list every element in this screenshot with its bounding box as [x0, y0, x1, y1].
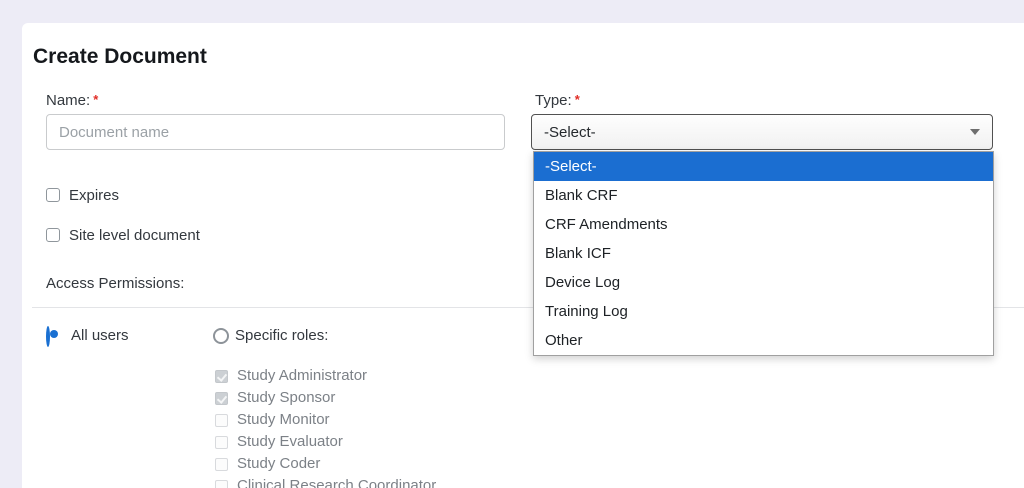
type-label: Type: * [535, 92, 580, 109]
clinical-research-coordinator-label: Clinical Research Coordinator [237, 477, 437, 488]
type-select[interactable]: -Select- [531, 114, 993, 150]
page-title: Create Document [33, 45, 207, 68]
type-dropdown-list: -Select- Blank CRF CRF Amendments Blank … [533, 151, 994, 356]
study-coder-label: Study Coder [237, 455, 321, 472]
clinical-research-coordinator-checkbox[interactable] [215, 480, 228, 488]
study-sponsor-label: Study Sponsor [237, 389, 336, 406]
dropdown-option-other[interactable]: Other [534, 326, 993, 355]
required-asterisk: * [93, 92, 99, 107]
document-name-input[interactable] [46, 114, 505, 150]
study-sponsor-checkbox[interactable] [215, 392, 228, 405]
study-evaluator-checkbox[interactable] [215, 436, 228, 449]
dropdown-option-blank-crf[interactable]: Blank CRF [534, 181, 993, 210]
site-level-document-label: Site level document [69, 227, 200, 244]
dropdown-option-device-log[interactable]: Device Log [534, 268, 993, 297]
expires-label: Expires [69, 187, 120, 204]
dropdown-option-select[interactable]: -Select- [534, 152, 993, 181]
study-administrator-label: Study Administrator [237, 367, 368, 384]
study-evaluator-label: Study Evaluator [237, 433, 343, 450]
page: Create Document Name:* Type:* -Select- -… [0, 0, 1024, 488]
chevron-down-icon [970, 129, 980, 135]
required-asterisk: * [574, 92, 580, 107]
dropdown-option-training-log[interactable]: Training Log [534, 297, 993, 326]
expires-checkbox[interactable] [46, 188, 60, 202]
dropdown-option-crf-amendments[interactable]: CRF Amendments [534, 210, 993, 239]
access-permissions-label: Access Permissions: [46, 275, 185, 292]
name-label: Name: * [46, 92, 99, 109]
specific-roles-label: Specific roles: [235, 327, 329, 344]
all-users-label: All users [71, 327, 129, 344]
all-users-radio[interactable] [46, 326, 50, 347]
dropdown-option-blank-icf[interactable]: Blank ICF [534, 239, 993, 268]
study-administrator-checkbox[interactable] [215, 370, 228, 383]
specific-roles-radio[interactable] [213, 328, 229, 344]
study-monitor-checkbox[interactable] [215, 414, 228, 427]
study-coder-checkbox[interactable] [215, 458, 228, 471]
type-select-value: -Select- [544, 123, 596, 141]
site-level-document-checkbox[interactable] [46, 228, 60, 242]
study-monitor-label: Study Monitor [237, 411, 330, 428]
